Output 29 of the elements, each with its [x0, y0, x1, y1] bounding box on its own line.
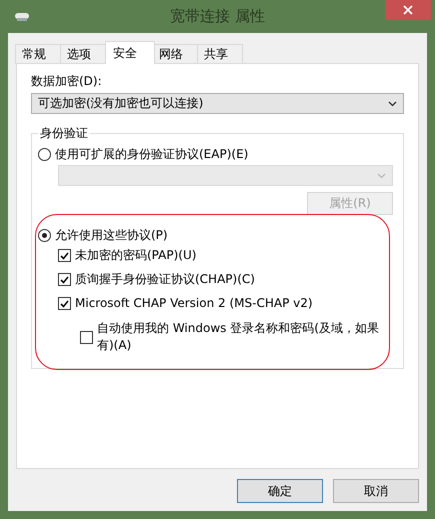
checkbox[interactable]	[80, 330, 93, 344]
network-icon	[14, 12, 30, 22]
checkbox[interactable]	[58, 249, 71, 262]
radio-button[interactable]	[38, 229, 51, 242]
checkbox-label: 质询握手身份验证协议(CHAP)(C)	[75, 271, 255, 288]
checkbox-label: Microsoft CHAP Version 2 (MS-CHAP v2)	[75, 295, 313, 312]
check-icon	[60, 300, 69, 308]
check-icon	[60, 252, 69, 260]
caret-icon	[377, 172, 386, 178]
tab[interactable]: 安全	[105, 41, 155, 64]
checkbox[interactable]	[58, 273, 71, 286]
close-icon	[403, 5, 413, 15]
encryption-dropdown[interactable]: 可选加密(没有加密也可以连接)	[31, 93, 404, 114]
tab[interactable]: 共享	[197, 44, 243, 64]
group-title: 身份验证	[38, 125, 90, 142]
radio-button[interactable]	[38, 148, 51, 161]
checkbox[interactable]	[58, 297, 71, 310]
checkbox-label: 自动使用我的 Windows 登录名称和密码(及域，如果有)(A)	[97, 320, 380, 354]
check-icon	[60, 276, 69, 284]
close-button[interactable]	[385, 0, 431, 20]
radio-label: 允许使用这些协议(P)	[55, 227, 168, 244]
checkbox-label: 未加密的密码(PAP)(U)	[75, 247, 196, 264]
ok-button[interactable]: 确定	[237, 479, 323, 503]
cancel-button[interactable]: 取消	[333, 479, 419, 503]
radio-label: 使用可扩展的身份验证协议(EAP)(E)	[55, 146, 248, 163]
caret-icon	[388, 100, 397, 106]
tab[interactable]: 常规	[15, 44, 61, 64]
field-label: 数据加密(D):	[31, 73, 103, 90]
window-title: 宽带连接 属性	[170, 7, 265, 26]
